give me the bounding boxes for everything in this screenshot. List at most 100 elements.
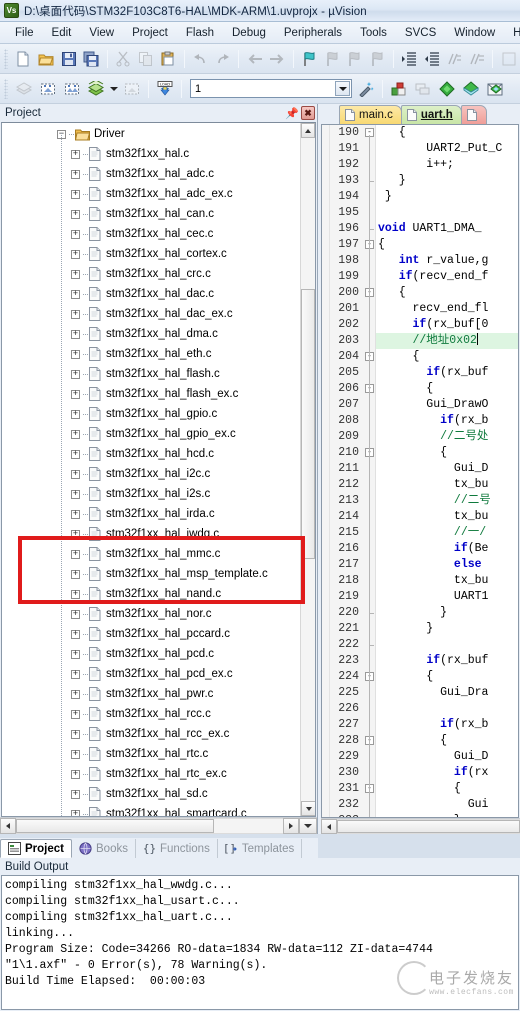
editor-horizontal-scrollbar[interactable] (321, 818, 520, 834)
code-line[interactable]: else (376, 557, 518, 573)
tree-node-file[interactable]: + stm32f1xx_hal_cortex.c (2, 244, 300, 264)
paste-icon[interactable] (158, 48, 179, 70)
code-line[interactable]: if(rx_buf (376, 365, 518, 381)
tree-expander[interactable]: + (71, 769, 80, 779)
tree-expander[interactable]: + (71, 729, 80, 739)
menu-item-file[interactable]: File (6, 25, 43, 41)
code-line[interactable]: { (376, 381, 518, 397)
tree-node-file[interactable]: + stm32f1xx_hal_eth.c (2, 344, 300, 364)
menu-item-debug[interactable]: Debug (223, 25, 275, 41)
editor-tab-uart-h[interactable]: uart.h (400, 105, 462, 124)
undo-icon[interactable] (190, 48, 211, 70)
code-line[interactable]: } (376, 605, 518, 621)
menu-item-view[interactable]: View (80, 25, 123, 41)
tree-node-file[interactable]: + stm32f1xx_hal_gpio_ex.c (2, 424, 300, 444)
tree-expander[interactable]: + (71, 149, 80, 159)
tree-node-file[interactable]: + stm32f1xx_hal_rtc_ex.c (2, 764, 300, 784)
batch-build-dropdown-icon[interactable] (109, 78, 119, 100)
build-target-icon[interactable] (37, 78, 59, 100)
code-line[interactable]: i++; (376, 157, 518, 173)
project-tree-horizontal-scrollbar[interactable] (0, 817, 317, 834)
tree-expander[interactable]: + (71, 469, 80, 479)
tree-node-file[interactable]: + stm32f1xx_hal_rcc.c (2, 704, 300, 724)
tree-expander[interactable]: + (71, 589, 80, 599)
tree-expander[interactable]: + (71, 709, 80, 719)
menu-item-window[interactable]: Window (445, 25, 504, 41)
panel-tab-templates[interactable]: []Templates (218, 839, 303, 858)
tree-expander[interactable]: + (71, 749, 80, 759)
redo-icon[interactable] (213, 48, 234, 70)
code-line[interactable]: Gui_DrawO (376, 397, 518, 413)
tree-expander[interactable]: + (71, 649, 80, 659)
hscroll-track[interactable] (16, 818, 283, 834)
code-line[interactable]: recv_end_fl (376, 301, 518, 317)
tree-node-file[interactable]: + stm32f1xx_hal_irda.c (2, 504, 300, 524)
tree-expander[interactable]: + (71, 529, 80, 539)
menu-item-project[interactable]: Project (123, 25, 177, 41)
tree-expander[interactable]: + (71, 569, 80, 579)
code-line[interactable]: } (376, 189, 518, 205)
rebuild-all-icon[interactable] (61, 78, 83, 100)
code-line[interactable]: Gui (376, 797, 518, 813)
tree-node-file[interactable]: + stm32f1xx_hal_dac_ex.c (2, 304, 300, 324)
tree-expander[interactable]: + (71, 449, 80, 459)
code-line[interactable]: { (376, 125, 518, 141)
tree-node-file[interactable]: + stm32f1xx_hal_nor.c (2, 604, 300, 624)
code-line[interactable]: if(rx_buf[0 (376, 317, 518, 333)
code-line[interactable]: if(rx_buf (376, 653, 518, 669)
code-line[interactable]: { (376, 285, 518, 301)
code-line[interactable]: } (376, 621, 518, 637)
new-file-icon[interactable] (13, 48, 34, 70)
menu-item-peripherals[interactable]: Peripherals (275, 25, 351, 41)
panel-tab-functions[interactable]: {} Functions (136, 839, 218, 858)
tree-node-file[interactable]: + stm32f1xx_hal_rcc_ex.c (2, 724, 300, 744)
tree-node-file[interactable]: + stm32f1xx_hal_dma.c (2, 324, 300, 344)
code-line[interactable]: int r_value,g (376, 253, 518, 269)
tree-node-file[interactable]: + stm32f1xx_hal_pcd_ex.c (2, 664, 300, 684)
code-line[interactable]: } (376, 813, 518, 817)
code-line[interactable]: void UART1_DMA_ (376, 221, 518, 237)
target-options-wizard-icon[interactable] (355, 78, 377, 100)
target-combobox[interactable]: 1 (190, 79, 352, 98)
code-line[interactable]: { (376, 781, 518, 797)
manage-run-time-env-icon[interactable] (436, 78, 458, 100)
save-all-icon[interactable] (81, 48, 102, 70)
tree-expander[interactable]: + (71, 489, 80, 499)
menu-item-tools[interactable]: Tools (351, 25, 396, 41)
tree-expander[interactable]: + (71, 329, 80, 339)
code-line[interactable]: if(rx_b (376, 717, 518, 733)
pin-icon[interactable]: 📌 (285, 106, 299, 120)
download-icon[interactable]: LOAD (154, 78, 176, 100)
code-line[interactable]: //地址0x02 (376, 333, 518, 349)
tree-node-file[interactable]: + stm32f1xx_hal_nand.c (2, 584, 300, 604)
tree-node-driver[interactable]: −Driver (2, 124, 300, 144)
uncomment-icon[interactable] (467, 48, 488, 70)
select-software-packs-icon[interactable] (484, 78, 506, 100)
code-line[interactable]: { (376, 237, 518, 253)
code-line[interactable]: { (376, 349, 518, 365)
close-icon[interactable]: ✖ (301, 106, 315, 120)
tree-node-file[interactable]: + stm32f1xx_hal_i2s.c (2, 484, 300, 504)
tree-expander[interactable]: + (71, 289, 80, 299)
pack-installer-icon[interactable] (460, 78, 482, 100)
tree-node-file[interactable]: + stm32f1xx_hal_sd.c (2, 784, 300, 804)
code-line[interactable]: tx_bu (376, 477, 518, 493)
bookmark-next-icon[interactable] (344, 48, 365, 70)
tree-expander[interactable]: + (71, 169, 80, 179)
tree-expander[interactable]: + (71, 389, 80, 399)
bookmark-toggle-icon[interactable] (299, 48, 320, 70)
menu-item-svcs[interactable]: SVCS (396, 25, 445, 41)
tree-node-file[interactable]: + stm32f1xx_hal_dac.c (2, 284, 300, 304)
scroll-thumb[interactable] (301, 289, 315, 559)
stop-build-icon[interactable] (121, 78, 143, 100)
tree-expander[interactable]: + (71, 429, 80, 439)
code-line[interactable]: } (376, 173, 518, 189)
panel-tab-books[interactable]: Books (72, 839, 136, 858)
code-line[interactable]: if(Be (376, 541, 518, 557)
tree-node-file[interactable]: + stm32f1xx_hal_pcd.c (2, 644, 300, 664)
code-line[interactable] (376, 205, 518, 221)
code-line[interactable]: Gui_D (376, 749, 518, 765)
code-line[interactable]: { (376, 733, 518, 749)
code-line[interactable]: { (376, 445, 518, 461)
save-icon[interactable] (58, 48, 79, 70)
